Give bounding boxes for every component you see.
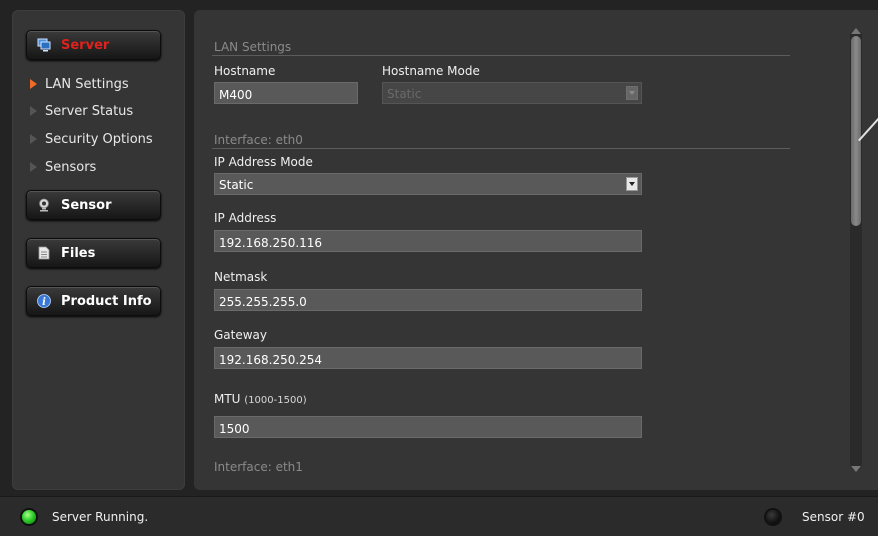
sidebar-item-security-options[interactable]: Security Options [30,130,153,148]
ip-address-label: IP Address [214,211,277,225]
sidebar-item-sensors[interactable]: Sensors [30,158,96,176]
hostname-mode-label: Hostname Mode [382,64,480,78]
nav-server-button[interactable]: Server [26,30,161,60]
arrow-right-icon [30,79,37,89]
ip-mode-select[interactable]: Static [214,173,642,195]
sidebar-item-label: Sensors [45,159,97,175]
scroll-up-icon[interactable] [851,28,861,34]
sidebar-item-server-status[interactable]: Server Status [30,102,133,120]
nav-files-label: Files [61,245,96,261]
monitor-icon [37,38,51,52]
vertical-scrollbar[interactable] [850,28,862,472]
sidebar-item-label: Server Status [45,103,134,119]
netmask-input[interactable]: 255.255.255.0 [214,289,642,311]
ip-address-input[interactable]: 192.168.250.116 [214,230,642,252]
document-icon [37,246,51,260]
nav-product-info-label: Product Info [61,293,152,309]
sidebar-item-label: Security Options [45,131,153,147]
sidebar-item-label: LAN Settings [45,76,129,92]
webcam-icon [37,198,51,212]
sidebar-item-lan-settings[interactable]: LAN Settings [30,75,129,93]
netmask-label: Netmask [214,270,268,284]
nav-sensor-label: Sensor [61,197,112,213]
sensor-status-led-icon [766,510,780,524]
server-status-led-icon [22,510,36,524]
status-bar: Server Running. Sensor #0 [0,496,878,536]
chevron-down-icon [626,177,638,191]
nav-files-button[interactable]: Files [26,238,161,268]
mtu-range-hint: (1000-1500) [244,395,307,406]
section-title-eth0: Interface: eth0 [214,133,303,147]
mtu-label: MTU (1000-1500) [214,392,307,406]
mtu-label-text: MTU [214,392,241,406]
ip-mode-value: Static [219,178,254,192]
arrow-right-icon [30,134,37,144]
gateway-input[interactable]: 192.168.250.254 [214,347,642,369]
hostname-input[interactable]: M400 [214,82,358,104]
chevron-down-icon [626,86,638,100]
scrollbar-thumb[interactable] [851,36,861,226]
app-window: Server LAN Settings Server Status Securi… [0,0,878,536]
server-status-text: Server Running. [52,510,149,524]
sensor-status-text: Sensor #0 [802,510,865,524]
section-title-eth1: Interface: eth1 [214,460,303,474]
svg-text:i: i [42,297,46,308]
arrow-right-icon [30,106,37,116]
nav-product-info-button[interactable]: i Product Info [26,286,161,316]
info-icon: i [37,294,51,308]
gateway-label: Gateway [214,328,268,342]
nav-server-label: Server [61,37,110,53]
ip-mode-label: IP Address Mode [214,155,313,169]
section-divider [212,148,790,149]
hostname-mode-value: Static [387,87,422,101]
section-divider [212,55,790,56]
hostname-label: Hostname [214,64,276,78]
mtu-input[interactable]: 1500 [214,416,642,438]
nav-sensor-button[interactable]: Sensor [26,190,161,220]
settings-panel: LAN Settings Hostname M400 Hostname Mode… [194,10,878,490]
sidebar: Server LAN Settings Server Status Securi… [12,10,185,490]
arrow-right-icon [30,162,37,172]
section-title-lan: LAN Settings [214,40,292,54]
scroll-down-icon[interactable] [851,466,861,472]
hostname-mode-select[interactable]: Static [382,82,642,104]
